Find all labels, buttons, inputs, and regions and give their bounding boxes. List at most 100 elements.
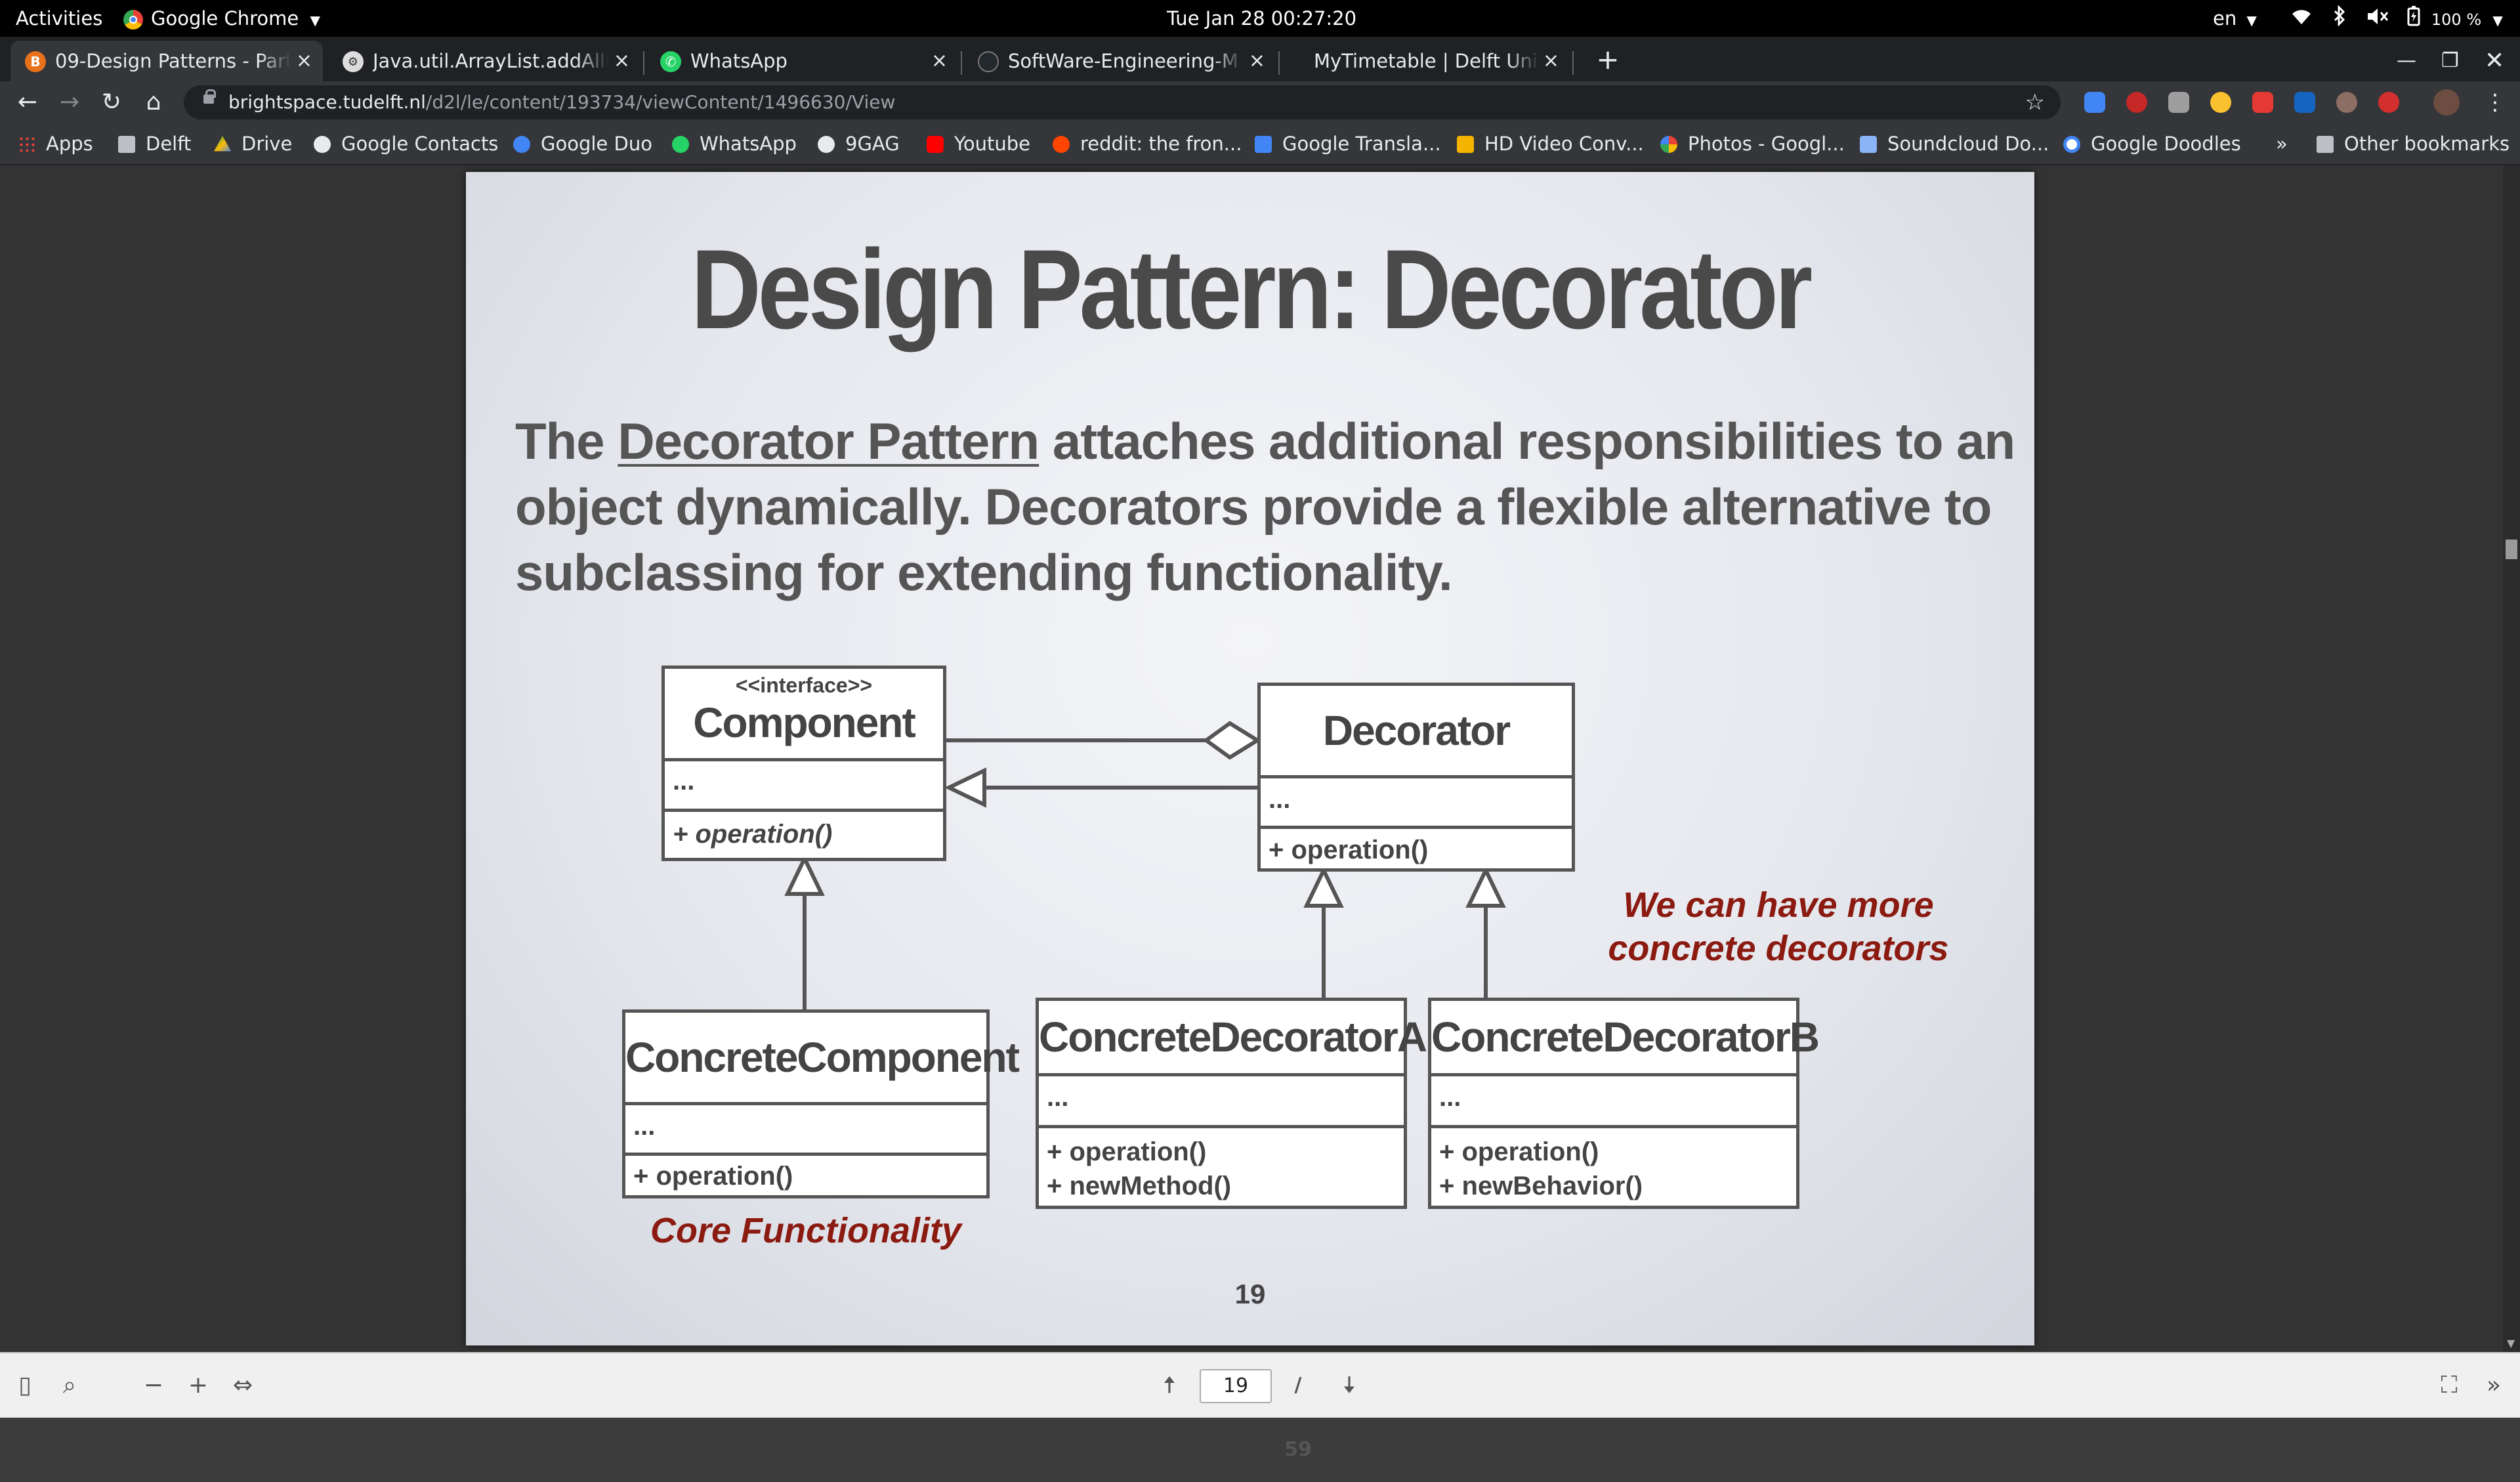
clock[interactable]: Tue Jan 28 00:27:20 [1167, 0, 1356, 37]
class-attributes: ... [625, 1102, 986, 1153]
class-attributes: ... [1431, 1073, 1796, 1125]
tutorialspoint-icon: ⚙ [343, 51, 364, 72]
zoom-out-icon[interactable]: − [140, 1353, 167, 1418]
window-close-icon[interactable]: ✕ [2485, 41, 2511, 81]
next-page-arrow-icon[interactable]: 🠇 [1336, 1353, 1362, 1418]
slide-page: Design Pattern: Decorator The Decorator … [466, 172, 2034, 1345]
whatsapp-icon [672, 136, 689, 153]
back-arrow-icon[interactable]: ← [9, 81, 46, 123]
restore-icon[interactable]: ❐ [2441, 41, 2468, 81]
menu-kebab-icon[interactable]: ⋮ [2477, 81, 2513, 123]
class-operation: + operation() [1261, 826, 1572, 875]
class-operations: + operation() + newBehavior() [1431, 1125, 1796, 1209]
star-icon[interactable]: ☆ [2025, 85, 2045, 119]
ublock-extension-icon[interactable] [2126, 92, 2147, 113]
close-icon[interactable]: × [1249, 41, 1265, 81]
bookmark-google-doodles[interactable]: Google Doodles [2063, 123, 2241, 164]
chevron-down-icon: ▼ [2492, 12, 2503, 28]
adblock-extension-icon[interactable] [2378, 92, 2399, 113]
close-icon[interactable]: × [614, 41, 630, 81]
translate-extension-icon[interactable] [2084, 92, 2105, 113]
fit-width-icon[interactable]: ⇔ [230, 1353, 256, 1418]
github-icon [978, 51, 999, 72]
drive-icon [214, 136, 231, 152]
stereotype-label: <<interface>> [735, 673, 873, 697]
language-indicator[interactable]: en ▼ [2213, 0, 2257, 37]
chrome-icon [123, 10, 143, 30]
uml-class-concrete-component: ConcreteComponent ... + operation() [622, 1009, 1020, 1198]
bookmark-drive[interactable]: Drive [214, 123, 292, 164]
app-name: Google Chrome [151, 7, 299, 30]
bookmark-whatsapp[interactable]: WhatsApp [672, 123, 797, 164]
reload-icon[interactable]: ↻ [93, 81, 130, 123]
bookmark-delft[interactable]: Delft [118, 123, 191, 164]
new-tab-button[interactable]: + [1588, 41, 1628, 81]
tab-mytimetable[interactable]: MyTimetable | Delft Unive × [1281, 41, 1570, 81]
bookmark-apps[interactable]: Apps [18, 123, 93, 164]
home-icon[interactable]: ⌂ [135, 81, 172, 123]
tab-design-patterns[interactable]: B 09-Design Patterns - Part × [10, 41, 323, 81]
youtube-extension-icon[interactable] [2252, 92, 2273, 113]
page-number-input[interactable]: 19 [1200, 1369, 1272, 1403]
bookmarks-overflow-button[interactable]: » [2276, 123, 2288, 164]
minimize-icon[interactable]: — [2397, 41, 2423, 81]
tab-software-engineering[interactable]: SoftWare-Engineering-M × [963, 41, 1276, 81]
bookmark-hd-video-converter[interactable]: HD Video Conv... [1457, 123, 1644, 164]
class-attributes: ... [1261, 775, 1572, 826]
screenshot-extension-icon[interactable] [2168, 92, 2189, 113]
class-attributes: ... [665, 758, 943, 809]
fullscreen-icon[interactable]: ⛶ [2436, 1353, 2462, 1418]
bookmark-reddit[interactable]: reddit: the fron... [1053, 123, 1242, 164]
tab-title: WhatsApp [690, 41, 927, 81]
translate-icon [1255, 136, 1272, 153]
bookmark-google-duo[interactable]: Google Duo [513, 123, 652, 164]
zoom-in-icon[interactable]: + [185, 1353, 211, 1418]
sidebar-toggle-icon[interactable]: ▯ [12, 1353, 38, 1418]
scroll-down-arrow-icon[interactable]: ▼ [2507, 1337, 2515, 1349]
close-icon[interactable]: × [296, 41, 312, 81]
battery-percent: 100 % [2431, 11, 2482, 29]
bookmark-google-photos[interactable]: Photos - Googl... [1660, 123, 1845, 164]
class-operation: + operation() [665, 809, 943, 860]
page-total: / 59 [1284, 1374, 1312, 1461]
brightspace-icon: B [25, 51, 46, 72]
tab-arraylist[interactable]: ⚙ Java.util.ArrayList.addAll( × [328, 41, 640, 81]
tab-whatsapp[interactable]: ✆ WhatsApp × [646, 41, 958, 81]
tab-title: 09-Design Patterns - Part [55, 41, 291, 81]
scrollbar[interactable]: ▼ [2503, 165, 2520, 1352]
app-menu[interactable]: Google Chrome ▼ [123, 0, 320, 37]
previous-page-arrow-icon[interactable]: 🠅 [1156, 1353, 1183, 1418]
youtube-icon [927, 136, 944, 153]
pdf-viewer-toolbar: ▯ ⌕ − + ⇔ 🠅 19 / 59 🠇 ⛶ » [0, 1352, 2520, 1461]
bookmark-soundcloud-downloader[interactable]: Soundcloud Do... [1860, 123, 2049, 164]
profile-avatar[interactable] [2433, 89, 2460, 116]
close-icon[interactable]: × [1543, 41, 1559, 81]
tab-divider [1278, 51, 1280, 75]
search-icon[interactable]: ⌕ [56, 1353, 83, 1418]
other-bookmarks[interactable]: Other bookmarks [2317, 123, 2510, 164]
google-g-icon [2063, 136, 2080, 153]
note-concrete-decorators: We can have more concrete decorators [1608, 885, 1949, 968]
fedora-extension-icon[interactable] [2294, 92, 2315, 113]
more-tools-icon[interactable]: » [2481, 1353, 2507, 1418]
class-operations: + operation() + newMethod() [1039, 1125, 1404, 1209]
bookmark-9gag[interactable]: 9GAG [818, 123, 900, 164]
system-status-area[interactable]: 100 % ▼ [2290, 0, 2503, 37]
globe-icon [818, 136, 835, 153]
globe-icon [314, 136, 331, 153]
bookmark-google-contacts[interactable]: Google Contacts [314, 123, 498, 164]
cookie-extension-icon[interactable] [2336, 92, 2357, 113]
folder-icon [118, 136, 135, 153]
forward-arrow-icon[interactable]: → [51, 81, 88, 123]
colorpick-extension-icon[interactable] [2210, 92, 2231, 113]
close-icon[interactable]: × [931, 41, 948, 81]
url-host: brightspace.tudelft.nl [228, 91, 426, 113]
class-name: ConcreteDecoratorA [1039, 1013, 1427, 1061]
tab-divider [961, 51, 962, 75]
scrollbar-thumb[interactable] [2506, 540, 2517, 559]
tab-title: MyTimetable | Delft Unive [1314, 41, 1540, 81]
bookmark-google-translate[interactable]: Google Transla... [1255, 123, 1441, 164]
activities-button[interactable]: Activities [16, 0, 102, 37]
address-bar[interactable]: brightspace.tudelft.nl/d2l/le/content/19… [184, 85, 2061, 119]
bookmark-youtube[interactable]: Youtube [927, 123, 1030, 164]
